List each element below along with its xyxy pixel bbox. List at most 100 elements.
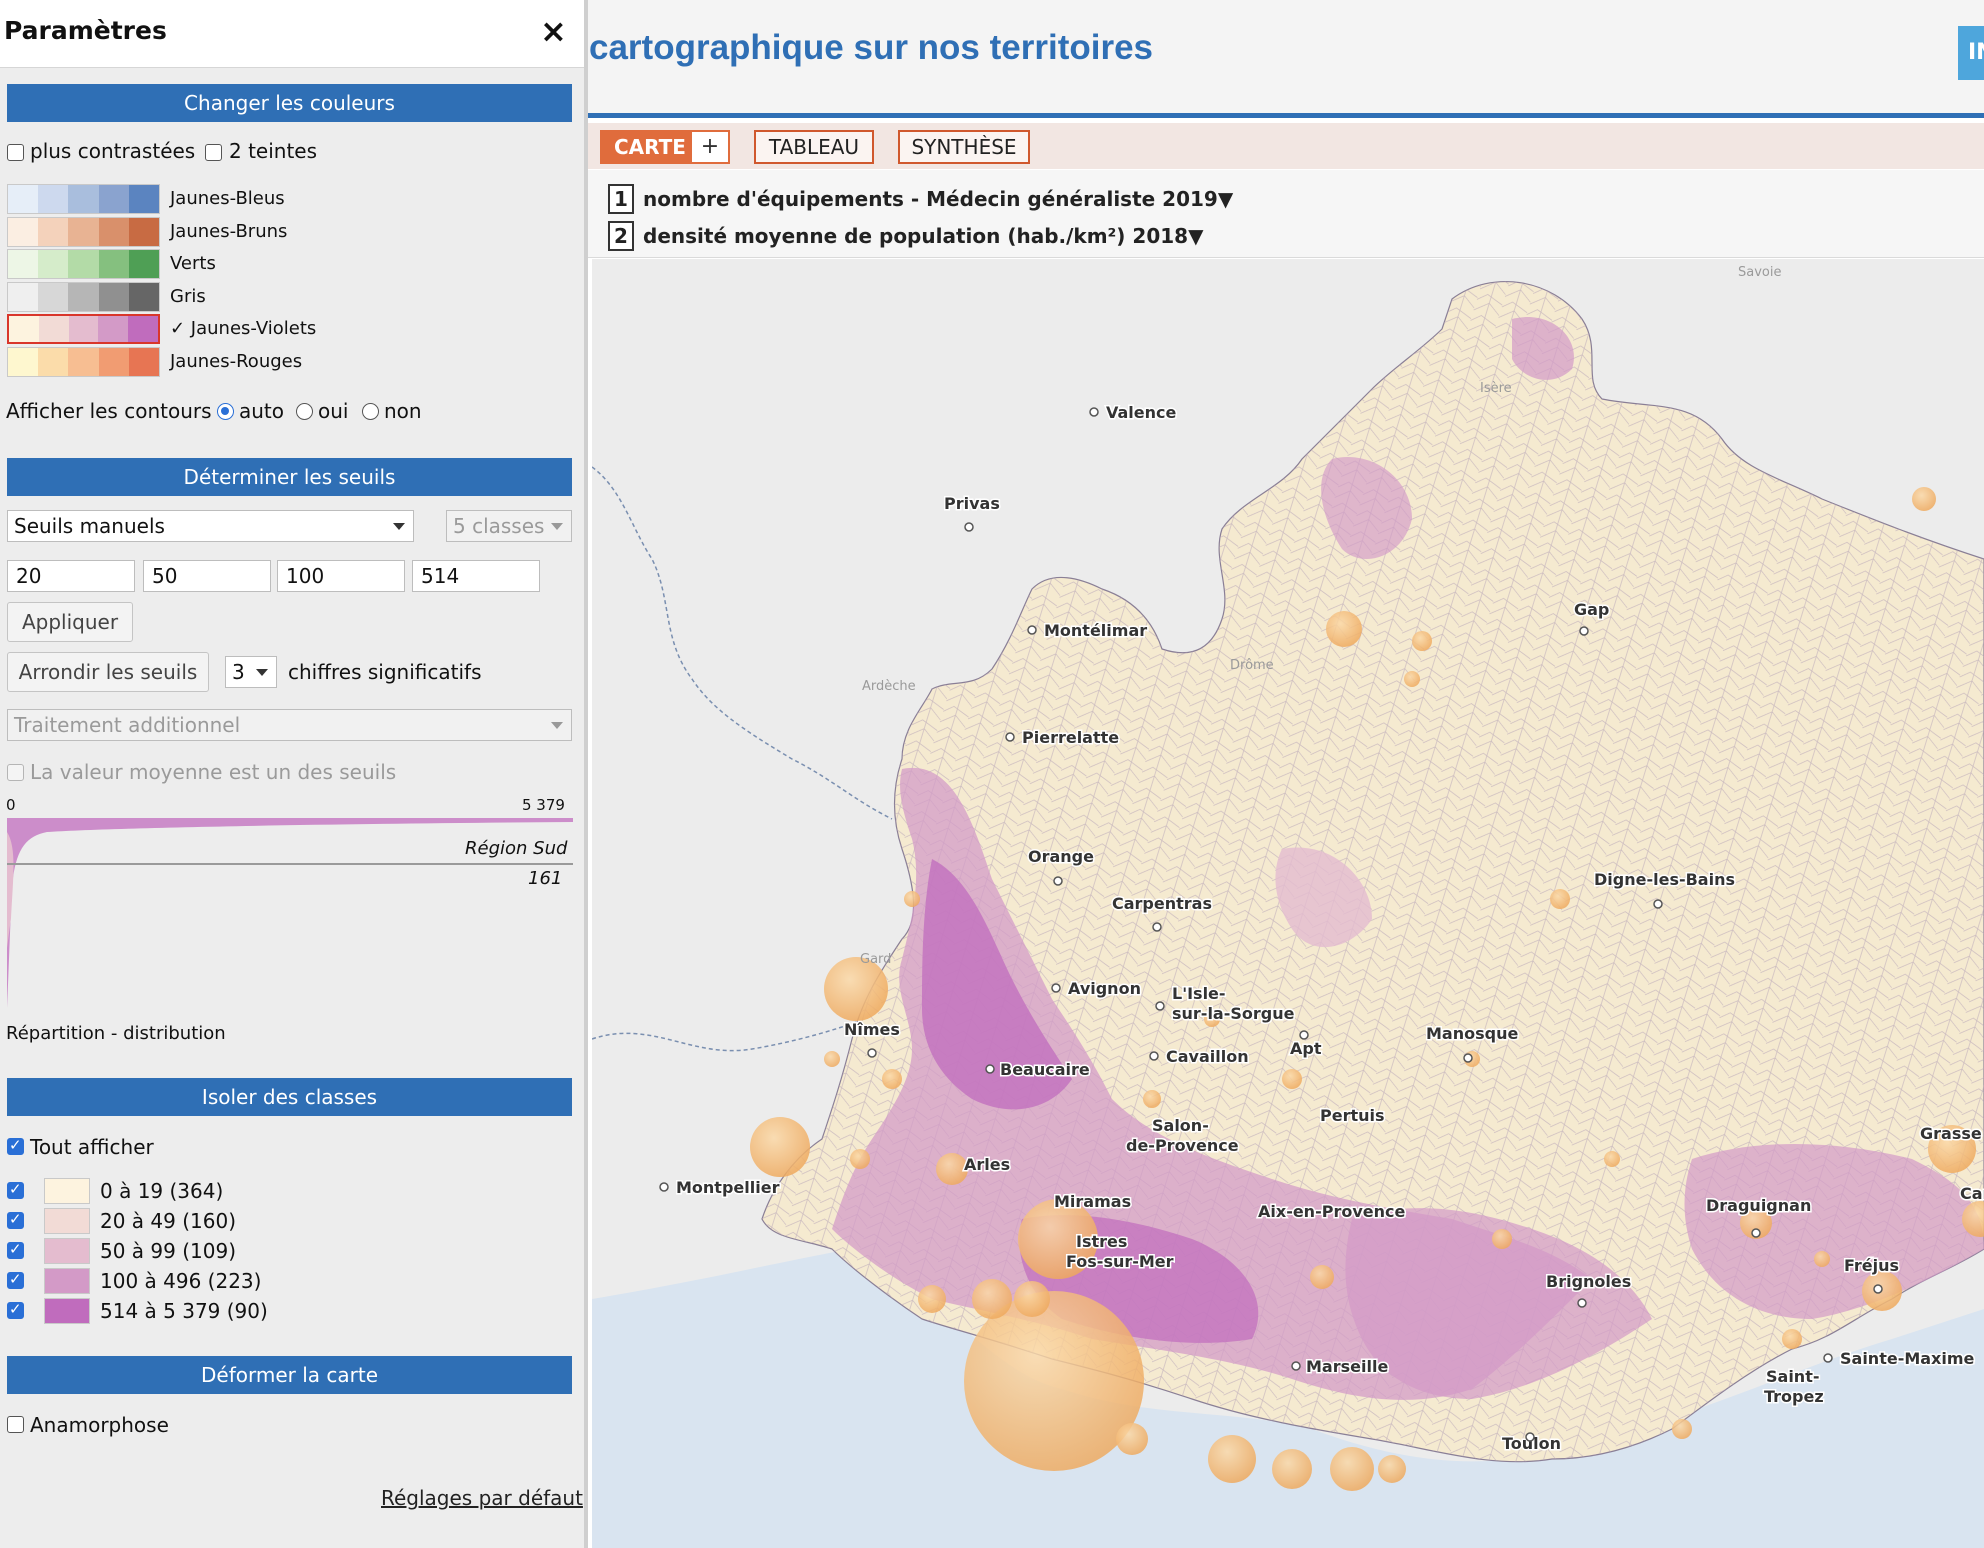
- city-label[interactable]: Tropez: [1763, 1386, 1826, 1408]
- threshold-method-value: Seuils manuels: [14, 514, 165, 538]
- threshold-method-select[interactable]: Seuils manuels: [7, 510, 414, 542]
- city-label[interactable]: Beaucaire: [999, 1059, 1092, 1081]
- city-label[interactable]: Pierrelatte: [1021, 727, 1121, 749]
- section-deform-header[interactable]: Déformer la carte: [7, 1356, 572, 1394]
- round-thresholds-button[interactable]: Arrondir les seuils: [7, 652, 209, 692]
- palette-color: [128, 217, 160, 246]
- contours-label: Afficher les contours :: [6, 399, 225, 423]
- city-label[interactable]: Sainte-Maxime: [1839, 1348, 1977, 1370]
- city-label[interactable]: Fréjus: [1843, 1255, 1901, 1277]
- city-marker: [1823, 1353, 1833, 1363]
- indicator-1-select[interactable]: nombre d'équipements - Médecin généralis…: [643, 187, 1233, 211]
- palette-color: [38, 217, 69, 246]
- reset-defaults-link[interactable]: Réglages par défaut: [381, 1486, 583, 1510]
- city-label[interactable]: Fos-sur-Mer: [1065, 1251, 1176, 1273]
- palette-name[interactable]: Gris: [170, 286, 206, 307]
- tab-tableau[interactable]: TABLEAU: [754, 130, 874, 164]
- palette-color: [98, 217, 129, 246]
- city-marker: [1463, 1053, 1473, 1063]
- palette-name[interactable]: Jaunes-Bruns: [170, 221, 287, 242]
- city-label[interactable]: Brignoles: [1545, 1271, 1633, 1293]
- class-checkbox[interactable]: [7, 1240, 24, 1259]
- palette-swatch[interactable]: [7, 216, 160, 247]
- palette-name[interactable]: Verts: [170, 253, 216, 274]
- threshold-input-1[interactable]: 20: [7, 560, 135, 592]
- class-checkbox[interactable]: [7, 1210, 24, 1229]
- city-label[interactable]: Nîmes: [843, 1019, 902, 1041]
- city-label[interactable]: L'Isle-: [1171, 983, 1228, 1005]
- contours-oui-radio[interactable]: [296, 403, 313, 420]
- tab-add-button[interactable]: +: [692, 132, 728, 162]
- city-marker: [1525, 1432, 1535, 1442]
- palette-color: [8, 347, 39, 376]
- palette-swatch[interactable]: [7, 249, 160, 279]
- threshold-input-4[interactable]: 514: [412, 560, 540, 592]
- city-marker: [1089, 407, 1099, 417]
- page-title: cartographique sur nos territoires: [589, 28, 1154, 67]
- apply-button[interactable]: Appliquer: [7, 602, 133, 642]
- city-label[interactable]: Manosque: [1425, 1023, 1520, 1045]
- city-label[interactable]: Carpentras: [1111, 893, 1214, 915]
- city-label[interactable]: Salon-: [1151, 1115, 1211, 1137]
- class-label: 0 à 19 (364): [100, 1179, 224, 1203]
- mean-threshold-checkbox[interactable]: [7, 764, 24, 781]
- palette-swatch[interactable]: [7, 281, 160, 312]
- city-label[interactable]: Montpellier: [675, 1177, 782, 1199]
- classes-count-value: 5 classes: [453, 514, 545, 538]
- anamorphose-checkbox[interactable]: [7, 1416, 24, 1433]
- city-label[interactable]: Pertuis: [1319, 1105, 1387, 1127]
- city-label[interactable]: Marseille: [1305, 1356, 1390, 1378]
- tab-synthese[interactable]: SYNTHÈSE: [898, 130, 1030, 164]
- palette-swatch[interactable]: [7, 184, 160, 214]
- city-label[interactable]: Gap: [1573, 599, 1611, 621]
- threshold-input-3[interactable]: 100: [277, 560, 405, 592]
- city-label[interactable]: sur-la-Sorgue: [1171, 1003, 1297, 1025]
- additional-processing-select[interactable]: Traitement additionnel: [7, 709, 572, 741]
- city-label[interactable]: Apt: [1289, 1038, 1324, 1060]
- city-marker: [985, 1064, 995, 1074]
- class-checkbox[interactable]: [7, 1270, 24, 1289]
- palette-swatch[interactable]: [7, 314, 160, 344]
- indicator-2-select[interactable]: densité moyenne de population (hab./km²)…: [643, 224, 1203, 248]
- city-label[interactable]: Avignon: [1067, 978, 1143, 1000]
- contrast-checkbox[interactable]: [7, 144, 24, 161]
- palette-name[interactable]: Jaunes-Bleus: [170, 188, 285, 209]
- city-label[interactable]: Orange: [1027, 846, 1096, 868]
- two-tints-checkbox[interactable]: [205, 144, 222, 161]
- contours-non-radio[interactable]: [362, 403, 379, 420]
- city-marker: [1152, 922, 1162, 932]
- city-label[interactable]: Valence: [1105, 402, 1179, 424]
- contours-auto-radio[interactable]: [217, 403, 234, 420]
- palette-color: [98, 347, 129, 376]
- section-thresholds-header[interactable]: Déterminer les seuils: [7, 458, 572, 496]
- city-label[interactable]: Privas: [943, 493, 1002, 515]
- map-canvas[interactable]: Valence Privas Montélimar Pierrelatte Or…: [592, 259, 1984, 1548]
- city-label[interactable]: Arles: [963, 1154, 1012, 1176]
- city-label[interactable]: de-Provence: [1125, 1135, 1241, 1157]
- city-label[interactable]: Digne-les-Bains: [1593, 869, 1737, 891]
- classes-count-select[interactable]: 5 classes: [446, 510, 572, 542]
- palette-swatch[interactable]: [7, 346, 160, 377]
- city-label[interactable]: Grasse: [1919, 1123, 1984, 1145]
- palette-name[interactable]: Jaunes-Rouges: [170, 351, 302, 372]
- two-tints-label: 2 teintes: [229, 139, 318, 163]
- city-label[interactable]: Aix-en-Provence: [1257, 1201, 1407, 1223]
- city-label[interactable]: Cavaillon: [1165, 1046, 1251, 1068]
- threshold-input-2[interactable]: 50: [143, 560, 271, 592]
- city-label[interactable]: Miramas: [1053, 1191, 1133, 1213]
- class-swatch: [44, 1298, 90, 1324]
- city-label[interactable]: Istres: [1075, 1231, 1129, 1253]
- show-all-checkbox[interactable]: [7, 1136, 24, 1155]
- sig-digits-select[interactable]: 3: [225, 656, 277, 688]
- close-icon[interactable]: ×: [540, 12, 567, 50]
- palette-name[interactable]: ✓ Jaunes-Violets: [170, 318, 316, 339]
- city-label[interactable]: Can: [1959, 1183, 1984, 1205]
- class-checkbox[interactable]: [7, 1300, 24, 1319]
- city-label[interactable]: Montélimar: [1043, 620, 1149, 642]
- city-label[interactable]: Saint-: [1765, 1366, 1821, 1388]
- city-label[interactable]: Draguignan: [1705, 1195, 1813, 1217]
- class-checkbox[interactable]: [7, 1180, 24, 1199]
- section-isolate-header[interactable]: Isoler des classes: [7, 1078, 572, 1116]
- info-button[interactable]: IN: [1958, 26, 1984, 80]
- section-colors-header[interactable]: Changer les couleurs: [7, 84, 572, 122]
